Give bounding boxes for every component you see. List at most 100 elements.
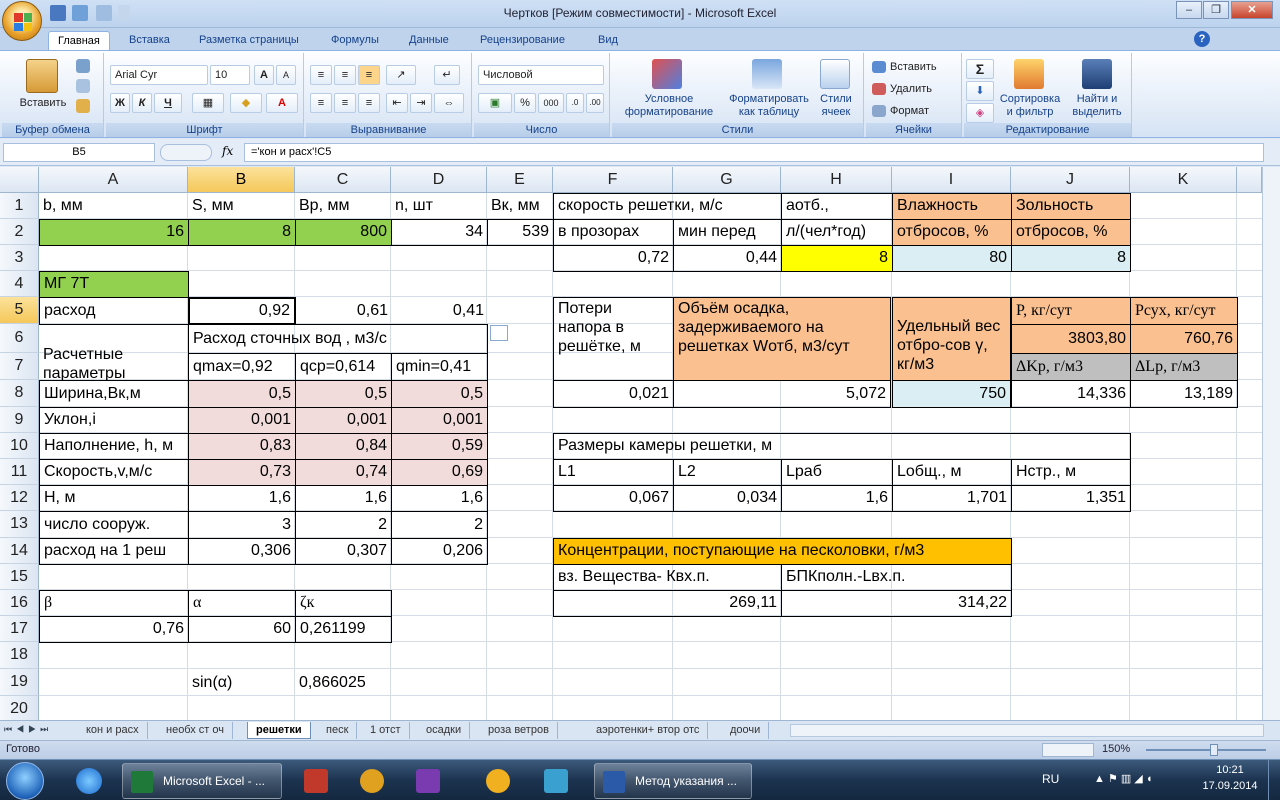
- column-header-g[interactable]: G: [673, 167, 781, 193]
- cell-a4[interactable]: МГ 7Т: [39, 271, 189, 298]
- cell-c10[interactable]: 0,84: [295, 433, 392, 460]
- number-format-select[interactable]: Числовой: [478, 65, 604, 85]
- cell-b2[interactable]: 8: [188, 219, 296, 246]
- cell-a5[interactable]: расход: [39, 297, 189, 325]
- paste-button[interactable]: Вставить: [8, 97, 78, 110]
- sheet-tab-reshetki[interactable]: решетки: [247, 722, 311, 739]
- select-all-corner[interactable]: [0, 167, 39, 193]
- increase-decimal-button[interactable]: .0: [566, 93, 584, 113]
- sheet-nav-arrows-icon[interactable]: ⏮◀▶⏭: [4, 724, 52, 735]
- cell-j8[interactable]: 14,336: [1011, 380, 1131, 408]
- sheet-tab-doochi[interactable]: доочи: [722, 722, 770, 739]
- cut-icon[interactable]: [76, 59, 90, 73]
- cell-d1[interactable]: n, шт: [391, 193, 488, 220]
- cell-e1[interactable]: Bк, мм: [487, 193, 554, 220]
- cell-b16[interactable]: α: [188, 590, 296, 617]
- cell-a6[interactable]: Расчетные параметры: [39, 324, 189, 381]
- column-header-e[interactable]: E: [487, 167, 553, 193]
- find-select-label-2[interactable]: выделить: [1066, 106, 1128, 119]
- column-header-l[interactable]: [1237, 167, 1262, 193]
- cell-k7[interactable]: ΔLp, г/м3: [1130, 353, 1238, 381]
- cell-f12[interactable]: 0,067: [553, 485, 674, 512]
- cell-c9[interactable]: 0,001: [295, 407, 392, 434]
- sort-filter-label-1[interactable]: Сортировка: [994, 93, 1066, 106]
- cell-c2[interactable]: 800: [295, 219, 392, 246]
- cell-h2[interactable]: л/(чел*год): [781, 219, 893, 246]
- paste-icon[interactable]: [26, 59, 58, 93]
- align-middle-button[interactable]: ≡: [334, 65, 356, 85]
- cell-c11[interactable]: 0,74: [295, 459, 392, 486]
- cell-c17[interactable]: 0,261199: [295, 616, 392, 643]
- cell-b8[interactable]: 0,5: [188, 380, 296, 408]
- cell-h15[interactable]: БПКполн.-Lвх.п.: [781, 564, 1012, 591]
- cell-a14[interactable]: расход на 1 реш: [39, 538, 189, 565]
- format-painter-icon[interactable]: [76, 99, 90, 113]
- cell-f11[interactable]: L1: [553, 459, 674, 486]
- cell-h5[interactable]: Удельный вес отбро-сов γ, кг/м3: [892, 297, 1011, 381]
- cell-f16[interactable]: 269,11: [553, 590, 782, 617]
- cell-h11[interactable]: Lраб: [781, 459, 893, 486]
- conditional-formatting-icon[interactable]: [652, 59, 682, 89]
- cell-b10[interactable]: 0,83: [188, 433, 296, 460]
- cell-j11[interactable]: Нстр., м: [1011, 459, 1131, 486]
- undo-icon[interactable]: [72, 5, 88, 21]
- font-name-select[interactable]: Arial Cyr: [110, 65, 208, 85]
- align-right-button[interactable]: ≡: [358, 93, 380, 113]
- row-header-3[interactable]: 3: [0, 245, 39, 271]
- tray-icons[interactable]: ▲ ⚑ ▥ ◢ ◖: [1094, 772, 1164, 786]
- underline-button[interactable]: Ч: [154, 93, 182, 113]
- increase-indent-button[interactable]: ⇥: [410, 93, 432, 113]
- cell-g8[interactable]: 5,072: [673, 380, 891, 408]
- cell-b13[interactable]: 3: [188, 511, 296, 539]
- view-buttons[interactable]: [1042, 743, 1094, 757]
- cell-b6[interactable]: Расход сточных вод , м3/с: [188, 324, 488, 354]
- insert-function-button[interactable]: fx: [222, 144, 233, 158]
- row-header-4[interactable]: 4: [0, 271, 39, 297]
- cell-g2[interactable]: мин перед: [673, 219, 782, 246]
- cell-styles-label-2[interactable]: ячеек: [812, 106, 860, 119]
- tab-page-layout[interactable]: Разметка страницы: [190, 31, 308, 50]
- percent-button[interactable]: %: [514, 93, 536, 113]
- app-icon-3[interactable]: [404, 763, 454, 799]
- row-header-10[interactable]: 10: [0, 433, 39, 459]
- cell-d14[interactable]: 0,206: [391, 538, 488, 565]
- cell-j3[interactable]: 8: [1011, 245, 1131, 272]
- cell-a2[interactable]: 16: [39, 219, 189, 246]
- font-size-select[interactable]: 10: [210, 65, 250, 85]
- decrease-decimal-button[interactable]: .00: [586, 93, 604, 113]
- wrap-text-button[interactable]: ↵: [434, 65, 460, 85]
- close-button[interactable]: ✕: [1231, 1, 1273, 19]
- conditional-formatting-label-1[interactable]: Условное: [614, 93, 724, 106]
- cell-c16[interactable]: ζк: [295, 590, 392, 617]
- cell-i3[interactable]: 80: [892, 245, 1012, 272]
- zoom-slider-thumb[interactable]: [1210, 744, 1218, 756]
- sheet-tab-aerotenki[interactable]: аэротенки+ втор отс: [588, 722, 709, 739]
- format-as-table-icon[interactable]: [752, 59, 782, 89]
- borders-button[interactable]: ▦: [192, 93, 224, 113]
- app-icon-5[interactable]: [532, 763, 582, 799]
- tab-view[interactable]: Вид: [589, 31, 627, 50]
- name-box[interactable]: B5: [3, 143, 155, 162]
- format-cells-button[interactable]: Формат: [890, 105, 950, 118]
- cell-h1[interactable]: aотб.,: [781, 193, 893, 220]
- column-header-a[interactable]: A: [39, 167, 188, 193]
- cell-f1[interactable]: скорость решетки, м/с: [553, 193, 782, 220]
- cell-a9[interactable]: Уклон,i: [39, 407, 189, 434]
- sheet-tab-roza-vetrov[interactable]: роза ветров: [480, 722, 558, 739]
- row-header-19[interactable]: 19: [0, 669, 39, 696]
- language-indicator[interactable]: RU: [1042, 772, 1059, 786]
- taskbar-excel[interactable]: Microsoft Excel - ...: [122, 763, 282, 799]
- sheet-tab-pesk[interactable]: песк: [318, 722, 358, 739]
- quick-access-menu-icon[interactable]: [118, 5, 130, 21]
- cell-d7[interactable]: qmin=0,41: [391, 353, 488, 381]
- cell-a1[interactable]: b, мм: [39, 193, 189, 220]
- column-header-j[interactable]: J: [1011, 167, 1130, 193]
- cell-d10[interactable]: 0,59: [391, 433, 488, 460]
- row-header-1[interactable]: 1: [0, 193, 39, 219]
- cell-f5[interactable]: Потери напора в решётке, м: [553, 297, 674, 381]
- cell-c14[interactable]: 0,307: [295, 538, 392, 565]
- cell-d9[interactable]: 0,001: [391, 407, 488, 434]
- cell-b19[interactable]: sin(α): [188, 669, 296, 697]
- start-button[interactable]: [6, 762, 44, 800]
- cell-j7[interactable]: ΔKp, г/м3: [1011, 353, 1131, 381]
